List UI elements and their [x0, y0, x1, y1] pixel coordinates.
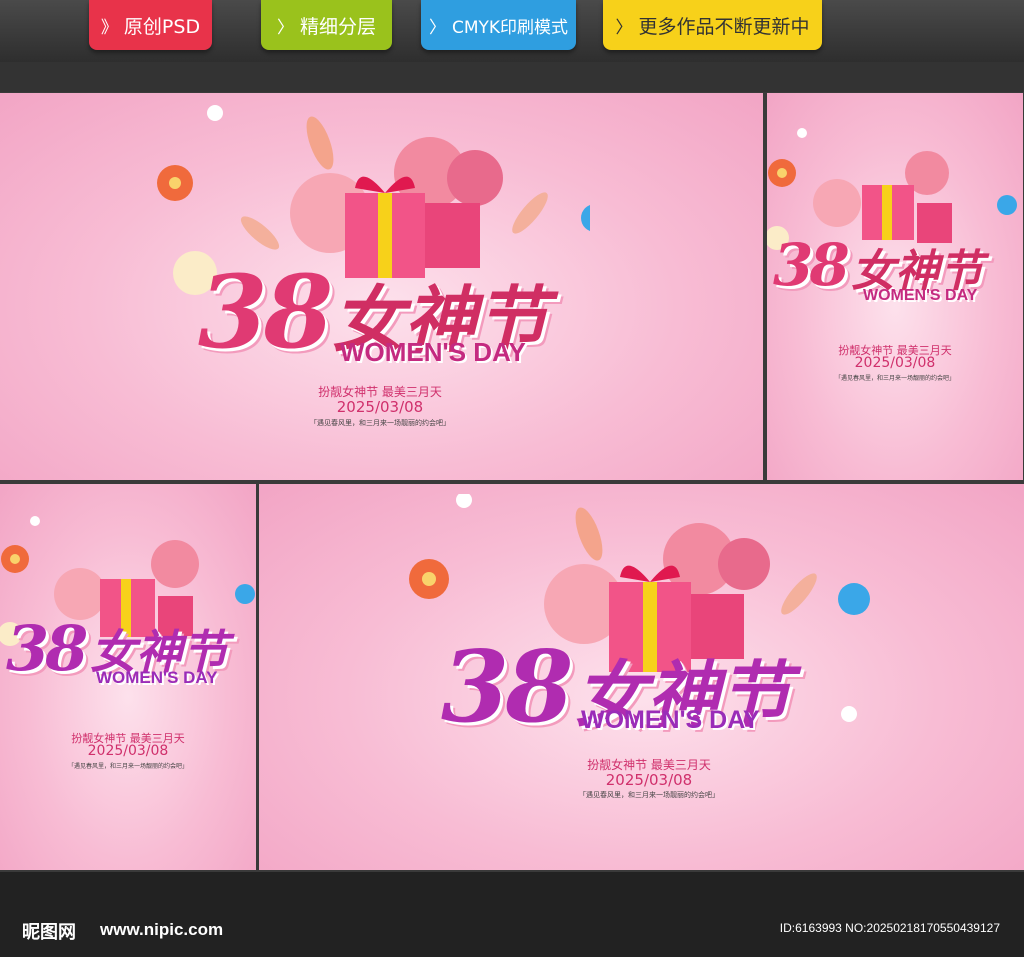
poster-preview-wide[interactable]: 38 女神节 WOMEN'S DAY 扮靓女神节 最美三月天 2025/03/0… — [0, 93, 763, 480]
poster-preview-portrait[interactable]: 38 女神节 WOMEN'S DAY 扮靓女神节 最美三月天 2025/03/0… — [767, 93, 1023, 480]
poster-number: 38 — [6, 612, 88, 685]
poster-date: 2025/03/08 — [854, 355, 936, 371]
poster-date: 2025/03/08 — [336, 398, 424, 416]
tag-label: 原创PSD — [123, 15, 201, 38]
image-id-text: ID:6163993 NO:20250218170550439127 — [779, 921, 1000, 935]
poster-subtitle-en: WOMEN'S DAY — [581, 706, 760, 734]
poster-preview-square[interactable]: 38 女神节 WOMEN'S DAY 扮靓女神节 最美三月天 2025/03/0… — [0, 484, 256, 870]
shopping-bag-icon — [425, 203, 480, 268]
poster-tagline: 「遇见春风里，和三月来一场靓丽的约会吧」 — [67, 763, 188, 770]
poster-number: 38 — [198, 253, 333, 371]
tag-label: 精细分层 — [299, 15, 376, 38]
tag-label: 更多作品不断更新中 — [638, 15, 810, 38]
tag-original-psd[interactable]: 》原创PSD — [89, 0, 212, 50]
poster-tagline: 「遇见春风里，和三月来一场靓丽的约会吧」 — [834, 375, 955, 382]
poster-subtitle-en: WOMEN'S DAY — [96, 668, 218, 687]
site-url[interactable]: www.nipic.com — [100, 920, 223, 940]
footer-bar — [0, 872, 1024, 957]
tag-label: CMYK印刷模式 — [451, 17, 569, 38]
poster-date: 2025/03/08 — [605, 771, 693, 789]
poster-number: 38 — [773, 231, 850, 299]
poster-tagline: 「遇见春风里，和三月来一场靓丽的约会吧」 — [579, 791, 719, 799]
poster-subtitle-en: WOMEN'S DAY — [863, 287, 978, 304]
poster-date: 2025/03/08 — [87, 743, 169, 759]
tag-cmyk[interactable]: 〉 CMYK印刷模式 — [421, 0, 576, 50]
poster-subtitle-en: WOMEN'S DAY — [340, 337, 526, 367]
tag-more-works[interactable]: 〉更多作品不断更新中 — [603, 0, 822, 50]
tag-fine-layers[interactable]: 〉精细分层 — [261, 0, 392, 50]
poster-preview-wide-alt[interactable]: 38 女神节 WOMEN'S DAY 扮靓女神节 最美三月天 2025/03/0… — [259, 484, 1024, 870]
poster-tagline: 「遇见春风里，和三月来一场靓丽的约会吧」 — [310, 419, 450, 427]
poster-number: 38 — [441, 630, 573, 745]
site-logo[interactable]: 昵图网 — [22, 918, 76, 944]
divider — [0, 62, 1024, 92]
